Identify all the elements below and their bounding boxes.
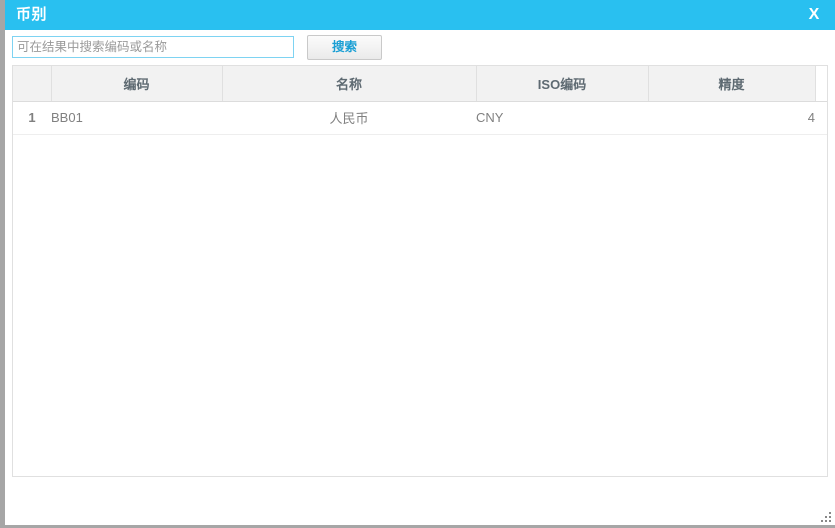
cell-code: BB01 [51, 101, 222, 135]
currency-results-grid: 编码 名称 ISO编码 精度 1 BB01 人民币 CNY 4 [12, 65, 828, 477]
column-header-precision[interactable]: 精度 [648, 66, 816, 102]
column-header-iso-code[interactable]: ISO编码 [476, 66, 649, 102]
search-input[interactable] [12, 36, 294, 58]
cell-scrollbar-gutter [815, 101, 827, 135]
column-header-name[interactable]: 名称 [222, 66, 477, 102]
dialog-title-bar: 币别 X [5, 0, 835, 30]
dialog-title: 币别 [16, 6, 48, 23]
search-toolbar: 搜索 [5, 30, 835, 65]
column-header-rownum[interactable] [13, 66, 52, 102]
resize-grip-icon[interactable] [820, 510, 832, 522]
table-header: 编码 名称 ISO编码 精度 [13, 66, 827, 102]
currency-dialog-window: 币别 X 搜索 编码 名称 ISO编码 精度 1 BB01 [0, 0, 835, 528]
table-body: 1 BB01 人民币 CNY 4 [13, 101, 827, 135]
currency-table: 编码 名称 ISO编码 精度 1 BB01 人民币 CNY 4 [13, 66, 827, 135]
cell-name: 人民币 [222, 101, 476, 135]
cell-iso-code: CNY [476, 101, 648, 135]
cell-rownum: 1 [13, 101, 51, 135]
table-row[interactable]: 1 BB01 人民币 CNY 4 [13, 101, 827, 135]
column-header-scrollbar-gutter [815, 66, 827, 102]
column-header-code[interactable]: 编码 [51, 66, 223, 102]
table-header-row: 编码 名称 ISO编码 精度 [13, 66, 827, 102]
search-button[interactable]: 搜索 [307, 35, 382, 60]
close-icon[interactable]: X [803, 0, 825, 30]
cell-precision: 4 [648, 101, 815, 135]
